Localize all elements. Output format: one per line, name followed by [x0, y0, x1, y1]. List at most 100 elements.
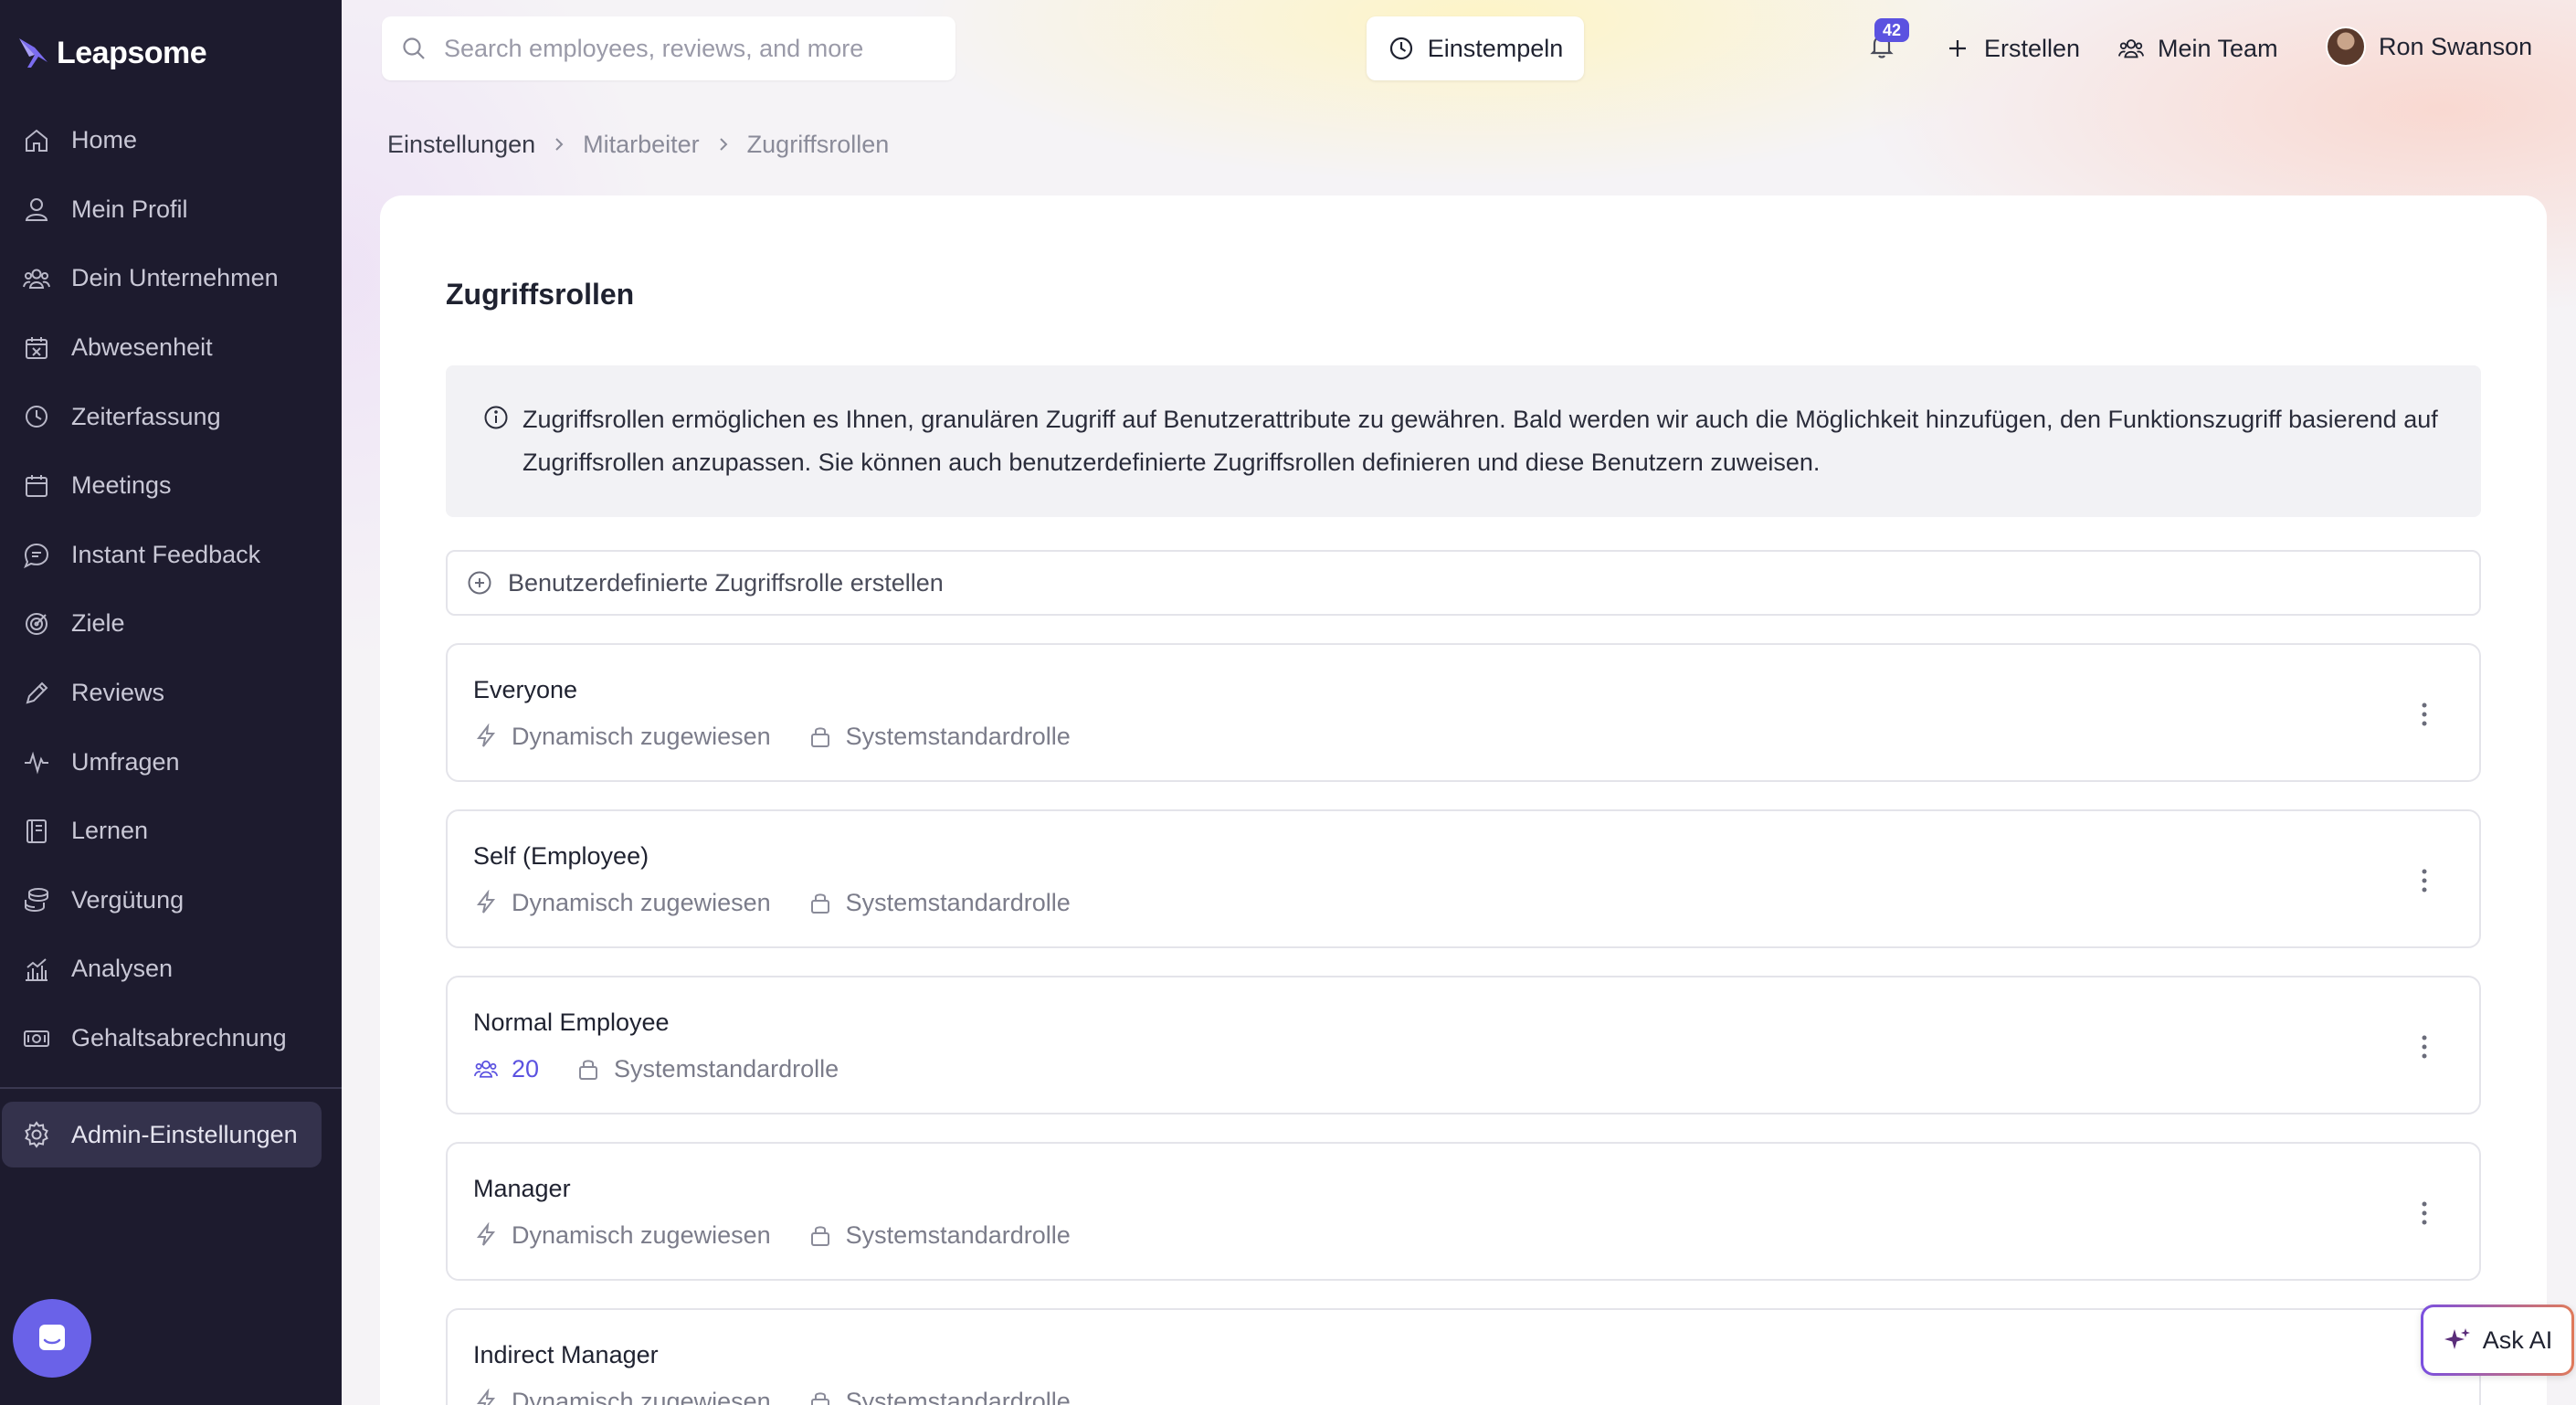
role-card-indirect-manager[interactable]: Indirect Manager Dynamisch zugewiesen Sy…: [446, 1308, 2481, 1405]
users-icon: [23, 269, 50, 289]
sidebar-item-label: Ziele: [71, 609, 125, 638]
sidebar-item-analysen[interactable]: Analysen: [0, 935, 342, 1004]
plus-circle-icon: [468, 571, 491, 595]
create-custom-role-button[interactable]: Benutzerdefinierte Zugriffsrolle erstell…: [446, 550, 2481, 616]
kebab-menu-icon: [2422, 1035, 2427, 1059]
sidebar-item-umfragen[interactable]: Umfragen: [0, 727, 342, 797]
role-assignment: Dynamisch zugewiesen: [473, 1221, 771, 1250]
role-card-manager[interactable]: Manager Dynamisch zugewiesen Systemstand…: [446, 1142, 2481, 1281]
sidebar-item-mein-profil[interactable]: Mein Profil: [0, 175, 342, 245]
kebab-menu-icon: [2422, 702, 2427, 726]
sidebar-item-gehaltsabrechnung[interactable]: Gehaltsabrechnung: [0, 1004, 342, 1073]
team-icon: [2117, 39, 2145, 58]
user-icon: [25, 198, 48, 222]
ask-ai-button[interactable]: Ask AI: [2421, 1305, 2574, 1376]
create-label: Erstellen: [1984, 34, 2081, 62]
sidebar-item-label: Abwesenheit: [71, 333, 213, 362]
sidebar-item-label: Umfragen: [71, 747, 180, 776]
role-card-everyone[interactable]: Everyone Dynamisch zugewiesen Systemstan…: [446, 643, 2481, 782]
role-type: Systemstandardrolle: [808, 1388, 1071, 1405]
breadcrumb-mitarbeiter[interactable]: Mitarbeiter: [583, 131, 700, 159]
role-assignment: Dynamisch zugewiesen: [473, 1388, 771, 1405]
breadcrumb-einstellungen[interactable]: Einstellungen: [387, 131, 535, 159]
role-member-count-label: 20: [512, 1054, 540, 1083]
role-card-self-employee[interactable]: Self (Employee) Dynamisch zugewiesen Sys…: [446, 809, 2481, 948]
search-input[interactable]: [444, 34, 937, 63]
role-menu-button[interactable]: [2408, 862, 2441, 899]
role-type-label: Systemstandardrolle: [845, 888, 1071, 916]
role-menu-button[interactable]: [2408, 696, 2441, 733]
sidebar-item-admin-einstellungen[interactable]: Admin-Einstellungen: [2, 1102, 322, 1167]
clock-in-label: Einstempeln: [1427, 34, 1564, 62]
sidebar-item-abwesenheit[interactable]: Abwesenheit: [0, 313, 342, 383]
sidebar-nav: Home Mein Profil Dein Unternehmen Abwese…: [0, 106, 342, 1072]
role-meta: Dynamisch zugewiesen Systemstandardrolle: [473, 884, 1107, 921]
role-name: Indirect Manager: [473, 1341, 659, 1368]
role-meta: 20 Systemstandardrolle: [473, 1051, 875, 1087]
sidebar-item-home[interactable]: Home: [0, 106, 342, 175]
sidebar-item-label: Dein Unternehmen: [71, 264, 279, 292]
clock-icon: [1389, 37, 1412, 60]
sidebar-item-lernen[interactable]: Lernen: [0, 797, 342, 866]
role-name: Manager: [473, 1175, 571, 1202]
logo[interactable]: Leapsome: [16, 31, 207, 75]
sparkle-icon: [2444, 1328, 2470, 1349]
role-type-label: Systemstandardrolle: [845, 1387, 1071, 1405]
breadcrumb-zugriffsrollen: Zugriffsrollen: [746, 130, 890, 158]
sidebar-item-instant-feedback[interactable]: Instant Feedback: [0, 521, 342, 590]
notification-badge: 42: [1874, 18, 1909, 42]
role-assignment-label: Dynamisch zugewiesen: [512, 1387, 771, 1405]
role-menu-button[interactable]: [2408, 1195, 2441, 1231]
clock-in-button[interactable]: Einstempeln: [1367, 16, 1584, 80]
sidebar-item-label: Admin-Einstellungen: [71, 1120, 298, 1148]
sidebar-item-label: Reviews: [71, 679, 165, 707]
sidebar-item-reviews[interactable]: Reviews: [0, 659, 342, 728]
book-icon: [26, 819, 47, 843]
role-meta: Dynamisch zugewiesen Systemstandardrolle: [473, 718, 1107, 755]
chat-icon: [24, 544, 49, 569]
calendar-x-icon: [26, 336, 48, 359]
sidebar-item-ziele[interactable]: Ziele: [0, 589, 342, 659]
role-type: Systemstandardrolle: [808, 889, 1071, 917]
user-name: Ron Swanson: [2379, 32, 2533, 60]
create-button[interactable]: Erstellen: [1944, 27, 2080, 69]
coins-icon: [25, 888, 48, 913]
target-icon: [26, 612, 48, 635]
role-menu-button[interactable]: [2408, 1029, 2441, 1065]
my-team-label: Mein Team: [2158, 34, 2278, 62]
role-meta: Dynamisch zugewiesen Systemstandardrolle: [473, 1217, 1107, 1253]
sidebar-item-label: Meetings: [71, 471, 172, 500]
sidebar-item-zeiterfassung[interactable]: Zeiterfassung: [0, 382, 342, 451]
lock-icon: [810, 1226, 829, 1246]
role-assignment: Dynamisch zugewiesen: [473, 889, 771, 917]
avatar: [2326, 26, 2366, 67]
role-assignment-label: Dynamisch zugewiesen: [512, 888, 771, 916]
role-type-label: Systemstandardrolle: [845, 722, 1071, 750]
role-meta: Dynamisch zugewiesen Systemstandardrolle: [473, 1383, 1107, 1405]
sidebar-item-verguetung[interactable]: Vergütung: [0, 866, 342, 935]
calendar-icon: [26, 474, 48, 497]
role-type: Systemstandardrolle: [575, 1055, 839, 1083]
role-member-count[interactable]: 20: [473, 1055, 539, 1083]
my-team-button[interactable]: Mein Team: [2117, 27, 2278, 69]
sidebar-item-label: Vergütung: [71, 885, 185, 914]
sidebar-item-dein-unternehmen[interactable]: Dein Unternehmen: [0, 244, 342, 313]
clock-icon: [26, 406, 48, 428]
support-chat-button[interactable]: [13, 1299, 91, 1378]
user-menu[interactable]: Ron Swanson: [2326, 26, 2532, 68]
role-type-label: Systemstandardrolle: [614, 1054, 839, 1083]
money-icon: [24, 1030, 49, 1047]
lightning-icon: [476, 724, 496, 747]
sidebar: Leapsome Home Mein Profil Dein Unternehm…: [0, 0, 342, 1405]
lightning-icon: [476, 1389, 496, 1405]
search-bar[interactable]: [382, 16, 955, 80]
plus-icon: [1949, 40, 1966, 57]
role-name: Everyone: [473, 676, 578, 703]
chevron-right-icon: [719, 138, 728, 151]
page-title: Zugriffsrollen: [446, 278, 635, 311]
users-icon: [473, 1060, 499, 1078]
info-icon: [484, 406, 508, 429]
role-card-normal-employee[interactable]: Normal Employee 20 Systemstandardrolle: [446, 976, 2481, 1114]
sidebar-item-meetings[interactable]: Meetings: [0, 451, 342, 521]
role-type: Systemstandardrolle: [808, 723, 1071, 751]
